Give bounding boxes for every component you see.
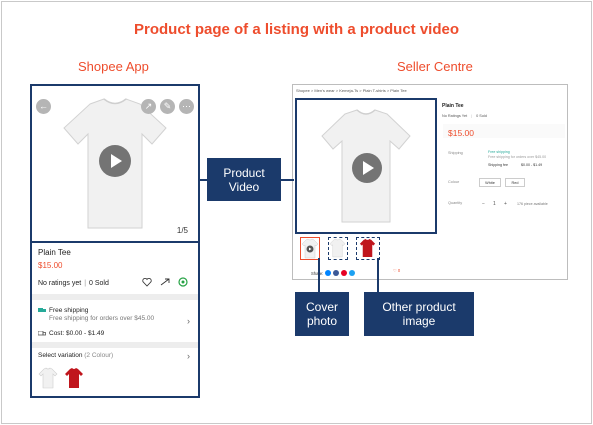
app-screen: ← ↗ ✎ ⋯ 1/5 Plain Tee $15.00 No ratings … <box>30 84 200 398</box>
seller-thumbnails <box>300 237 382 260</box>
other-image-thumb[interactable] <box>356 237 380 260</box>
app-rating-row: No ratings yet | 0 Sold <box>38 280 109 287</box>
seller-sold-text: 0 Sold <box>476 114 487 118</box>
tshirt-white-image <box>301 238 319 259</box>
media-counter: 1/5 <box>176 226 188 235</box>
share-icon[interactable]: ↗ <box>141 99 156 114</box>
play-icon[interactable] <box>99 145 131 177</box>
back-icon[interactable]: ← <box>36 99 51 114</box>
quantity-value[interactable]: 1 <box>493 201 496 207</box>
seller-product-name: Plain Tee <box>442 103 464 109</box>
free-shipping-sub: Free shipping for orders over $45.00 <box>49 315 155 322</box>
chevron-right-icon[interactable]: › <box>187 351 190 361</box>
chevron-right-icon[interactable]: › <box>187 316 190 326</box>
delivery-icon <box>38 331 46 336</box>
cover-photo-label: Cover photo <box>295 292 349 336</box>
app-shipping-cost: Cost: $0.00 - $1.49 <box>49 330 105 337</box>
free-shipping-sub: Free shipping for orders over $45.00 <box>488 155 547 159</box>
facebook-icon[interactable] <box>333 270 340 276</box>
heart-icon[interactable] <box>142 277 152 287</box>
colour-label: Colour <box>448 180 460 184</box>
seller-ratings-text: No Ratings Yet <box>442 114 468 118</box>
pinterest-icon[interactable] <box>341 270 348 276</box>
app-variation-thumbs <box>38 367 84 389</box>
app-product-video[interactable]: ← ↗ ✎ ⋯ 1/5 <box>32 86 198 243</box>
app-heading: Shopee App <box>78 59 149 74</box>
free-shipping-title: Free shipping <box>49 307 89 314</box>
messenger-icon[interactable] <box>325 270 332 276</box>
connector-line <box>280 179 294 181</box>
shipping-fee-value: $0.00 - $1.49 <box>521 163 543 167</box>
quantity-minus-button[interactable]: − <box>482 201 485 207</box>
twitter-icon[interactable] <box>349 270 356 276</box>
variation-label: Select variation <box>38 352 83 359</box>
tshirt-red-image <box>359 238 376 258</box>
variation-count: (2 Colour) <box>84 352 114 359</box>
seller-rating-row: No Ratings Yet | 0 Sold <box>442 114 487 118</box>
truck-icon <box>38 308 46 312</box>
divider-band <box>32 342 198 348</box>
colour-option-white[interactable]: White <box>479 178 501 187</box>
video-thumb[interactable] <box>300 237 320 260</box>
product-video-label: Product Video <box>207 158 281 201</box>
seller-product-video[interactable] <box>295 98 437 234</box>
rating-separator: | <box>84 280 87 287</box>
app-shipping: Free shipping Free shipping for orders ov… <box>49 307 154 322</box>
divider-band <box>32 294 198 300</box>
variation-white-thumb[interactable] <box>38 367 58 389</box>
slide-title: Product page of a listing with a product… <box>133 21 460 38</box>
more-icon[interactable]: ⋯ <box>179 99 194 114</box>
breadcrumb: Shopee > Men's wear > Kemeja-Ts > Plain … <box>296 88 407 93</box>
play-icon[interactable] <box>352 153 382 183</box>
app-action-icons <box>142 277 188 287</box>
shipping-label: Shipping <box>448 151 463 155</box>
favourite[interactable]: ♡ 0 <box>393 268 400 273</box>
edit-icon[interactable]: ✎ <box>160 99 175 114</box>
seller-centre-page: Shopee > Men's wear > Kemeja-Ts > Plain … <box>292 84 568 280</box>
quantity-plus-button[interactable]: + <box>504 201 507 207</box>
tshirt-white-image <box>38 367 58 389</box>
app-variation: Select variation (2 Colour) <box>38 352 113 359</box>
quantity-label: Quantity <box>448 201 463 205</box>
free-shipping-text: Free shipping <box>488 150 510 154</box>
connector-line <box>377 258 379 293</box>
shipping-fee-label: Shipping fee <box>488 163 508 167</box>
other-image-label: Other product image <box>364 292 474 336</box>
colour-option-red[interactable]: Red <box>505 178 525 187</box>
sold-text: 0 Sold <box>89 280 109 287</box>
app-product-price: $15.00 <box>38 261 63 270</box>
share-arrow-icon[interactable] <box>160 277 170 287</box>
seller-product-price: $15.00 <box>448 128 474 138</box>
app-product-name: Plain Tee <box>38 248 71 257</box>
ratings-text: No ratings yet <box>38 280 82 287</box>
pieces-available: 176 piece available <box>517 202 548 206</box>
connector-line <box>318 258 320 293</box>
favourite-count: 0 <box>397 268 401 273</box>
tshirt-red-image <box>65 368 83 388</box>
whatsapp-icon[interactable] <box>178 277 188 287</box>
tshirt-white-image <box>329 238 346 258</box>
cover-photo-thumb[interactable] <box>328 237 348 260</box>
seller-heading: Seller Centre <box>397 59 473 74</box>
variation-red-thumb[interactable] <box>64 367 84 389</box>
rating-separator: | <box>471 114 473 118</box>
